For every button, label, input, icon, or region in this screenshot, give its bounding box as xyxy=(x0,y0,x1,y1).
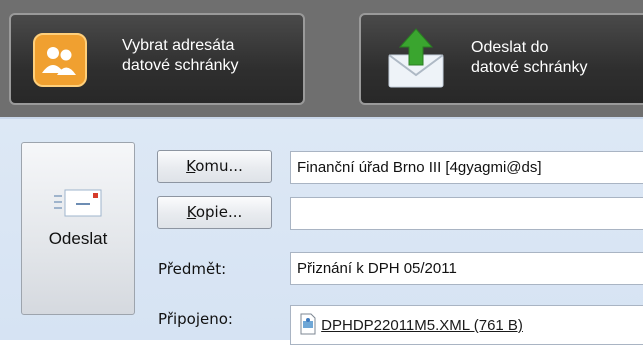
cc-button-label: opie... xyxy=(195,203,243,221)
send-button[interactable]: Odeslat xyxy=(21,142,135,315)
cc-field[interactable] xyxy=(290,197,643,230)
xml-file-icon xyxy=(300,313,316,335)
to-field[interactable]: Finanční úřad Brno III [4gyagmi@ds] xyxy=(290,151,643,184)
to-button[interactable]: Komu... xyxy=(157,150,272,183)
cc-button[interactable]: Kopie... xyxy=(157,196,272,229)
send-label: Odeslat xyxy=(48,229,108,248)
contacts-icon xyxy=(33,33,87,87)
select-recipient-label: Vybrat adresáta datové schránky xyxy=(122,37,239,74)
to-button-hotkey: K xyxy=(186,157,196,175)
send-to-databox-label: Odeslat do datové schránky xyxy=(471,39,588,76)
attached-label: Připojeno: xyxy=(158,310,233,328)
ribbon-toolbar: Vybrat adresáta datové schránky Odeslat … xyxy=(0,0,643,119)
send-mail-icon xyxy=(54,189,102,217)
attachments-field: DPHDP22011M5.XML (761 B) xyxy=(290,305,643,345)
envelope-upload-icon xyxy=(388,28,444,88)
subject-field[interactable]: Přiznání k DPH 05/2011 xyxy=(290,252,643,285)
subject-label: Předmět: xyxy=(158,260,227,278)
attachment-link[interactable]: DPHDP22011M5.XML (761 B) xyxy=(321,317,523,334)
cc-button-hotkey: K xyxy=(186,203,196,221)
select-recipient-button[interactable]: Vybrat adresáta datové schránky xyxy=(9,13,305,105)
send-to-databox-button[interactable]: Odeslat do datové schránky xyxy=(359,13,643,105)
to-button-label: omu... xyxy=(195,157,243,175)
